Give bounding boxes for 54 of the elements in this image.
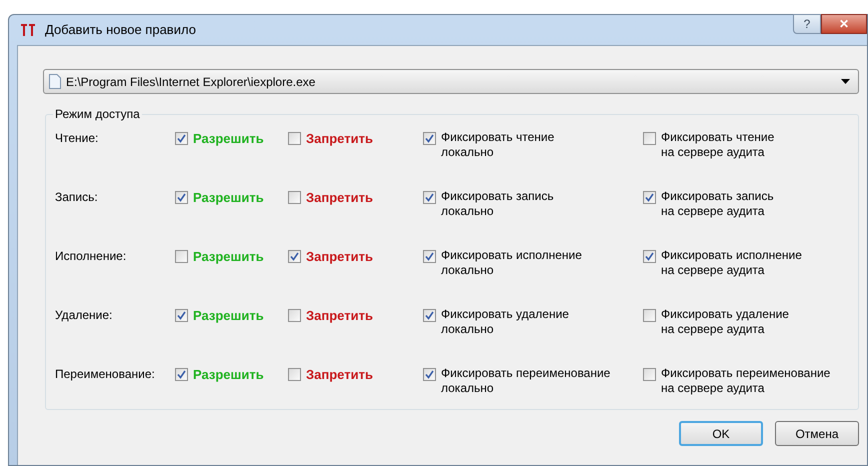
checkbox[interactable] bbox=[175, 368, 188, 381]
log-option-label: Фиксировать запись локально bbox=[441, 189, 554, 219]
checkbox[interactable] bbox=[423, 309, 436, 322]
deny-label: Запретить bbox=[306, 368, 373, 381]
checkbox[interactable] bbox=[643, 132, 656, 145]
allow-label: Разрешить bbox=[193, 368, 264, 381]
checkbox[interactable] bbox=[175, 132, 188, 145]
allow-label: Разрешить bbox=[193, 309, 264, 322]
deny-label: Запретить bbox=[306, 191, 373, 204]
log-option-label: Фиксировать удаление локально bbox=[441, 307, 569, 337]
checkbox[interactable] bbox=[423, 250, 436, 263]
help-button[interactable]: ? bbox=[793, 14, 821, 34]
allow-label: Разрешить bbox=[193, 132, 264, 145]
path-dropdown[interactable]: E:\Program Files\Internet Explorer\iexplore.exe bbox=[43, 69, 859, 94]
checkbox[interactable] bbox=[288, 250, 301, 263]
row-label: Исполнение: bbox=[55, 250, 128, 263]
deny-label: Запретить bbox=[306, 309, 373, 322]
log-option-label: Фиксировать переименование локально bbox=[441, 366, 610, 396]
dialog-button[interactable]: Отмена bbox=[775, 421, 859, 446]
checkbox[interactable] bbox=[643, 368, 656, 381]
app-logo-icon bbox=[19, 22, 37, 38]
checkbox[interactable] bbox=[288, 309, 301, 322]
deny-label: Запретить bbox=[306, 132, 373, 145]
checkbox[interactable] bbox=[175, 250, 188, 263]
path-value: E:\Program Files\Internet Explorer\iexplore.exe bbox=[66, 74, 316, 90]
allow-label: Разрешить bbox=[193, 191, 264, 204]
dropdown-arrow-icon bbox=[841, 79, 850, 84]
checkbox[interactable] bbox=[288, 132, 301, 145]
row-label: Чтение: bbox=[55, 132, 100, 145]
checkbox[interactable] bbox=[643, 191, 656, 204]
log-option-label: Фиксировать удаление на сервере аудита bbox=[661, 307, 789, 337]
checkbox[interactable] bbox=[175, 309, 188, 322]
allow-label: Разрешить bbox=[193, 250, 264, 263]
checkbox[interactable] bbox=[175, 191, 188, 204]
row-label: Запись: bbox=[55, 191, 99, 204]
log-option-label: Фиксировать исполнение локально bbox=[441, 248, 582, 278]
row-label: Переименование: bbox=[55, 368, 156, 381]
checkbox[interactable] bbox=[423, 368, 436, 381]
checkbox[interactable] bbox=[643, 250, 656, 263]
log-option-label: Фиксировать чтение локально bbox=[441, 130, 554, 160]
row-label: Удаление: bbox=[55, 309, 114, 322]
log-option-label: Фиксировать чтение на сервере аудита bbox=[661, 130, 774, 160]
log-option-label: Фиксировать запись на сервере аудита bbox=[661, 189, 774, 219]
checkbox[interactable] bbox=[423, 191, 436, 204]
file-icon bbox=[49, 74, 61, 89]
checkbox[interactable] bbox=[288, 368, 301, 381]
window-title: Добавить новое правило bbox=[45, 21, 196, 40]
log-option-label: Фиксировать переименование на сервере аудита bbox=[661, 366, 830, 396]
checkbox[interactable] bbox=[423, 132, 436, 145]
checkbox[interactable] bbox=[288, 191, 301, 204]
checkbox[interactable] bbox=[643, 309, 656, 322]
deny-label: Запретить bbox=[306, 250, 373, 263]
log-option-label: Фиксировать исполнение на сервере аудита bbox=[661, 248, 802, 278]
dialog-button[interactable]: OK bbox=[679, 421, 763, 446]
